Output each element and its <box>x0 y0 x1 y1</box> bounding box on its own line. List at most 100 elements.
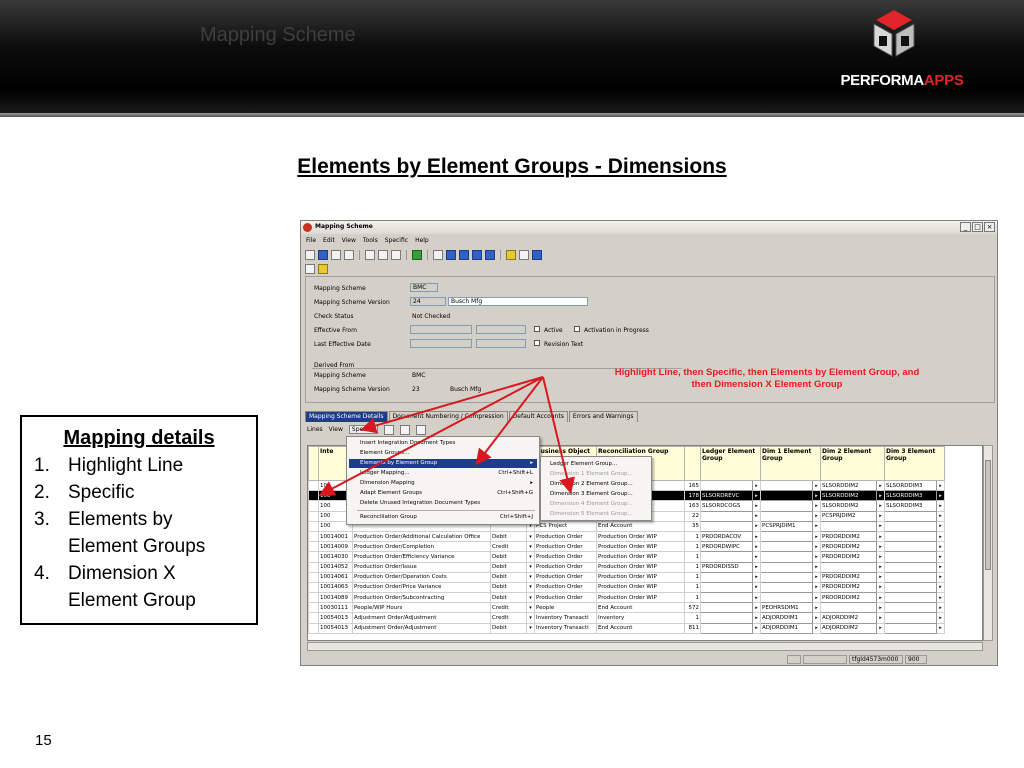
zoom-arrow-icon[interactable]: ▸ <box>752 541 761 553</box>
table-cell[interactable]: Production Order/Subcontracting <box>352 592 491 604</box>
zoom-arrow-icon[interactable]: ▾ <box>526 530 535 543</box>
table-cell[interactable]: 10054013 <box>318 612 353 624</box>
menu-specific[interactable]: Specific <box>385 237 408 244</box>
table-cell[interactable]: SLSORDDIM3 <box>884 490 937 502</box>
zoom-arrow-icon[interactable]: ▸ <box>752 510 761 522</box>
table-cell[interactable] <box>884 561 937 573</box>
table-cell[interactable]: 10014061 <box>318 571 353 583</box>
table-cell[interactable]: PRDORDDIM2 <box>820 592 877 604</box>
zoom-arrow-icon[interactable]: ▸ <box>812 581 821 594</box>
zoom-arrow-icon[interactable]: ▸ <box>812 479 821 492</box>
menu-item-adapt-element-groups[interactable]: Adapt Element Groups Ctrl+Shift+G <box>349 489 537 498</box>
zoom-arrow-icon[interactable]: ▸ <box>812 571 821 583</box>
zoom-arrow-icon[interactable]: ▾ <box>526 602 535 614</box>
zoom-arrow-icon[interactable]: ▸ <box>812 530 821 543</box>
attachment-icon[interactable] <box>506 250 516 260</box>
zoom-arrow-icon[interactable]: ▸ <box>936 541 945 553</box>
table-cell[interactable]: Production Order/Issue <box>352 561 491 573</box>
table-cell[interactable]: PRDORDDIM2 <box>820 551 877 563</box>
table-cell[interactable] <box>884 612 937 624</box>
table-cell[interactable]: 10014009 <box>318 541 353 553</box>
row-marker[interactable] <box>308 479 319 492</box>
menu-file[interactable]: File <box>306 237 316 244</box>
table-cell[interactable]: 10014030 <box>318 551 353 563</box>
table-cell[interactable]: Production Order <box>534 581 597 594</box>
table-row[interactable]: 10014089 Production Order/Subcontracting D… <box>308 592 945 604</box>
submenu-item-dimension-1[interactable]: Dimension 1 Element Group... <box>544 469 633 479</box>
group-icon[interactable] <box>305 264 315 274</box>
table-cell[interactable]: Production Order WIP <box>596 561 685 573</box>
table-cell[interactable]: Production Order/Price Variance <box>352 581 491 594</box>
tab-mapping-scheme-details[interactable]: Mapping Scheme Details <box>305 411 388 422</box>
zoom-arrow-icon[interactable]: ▸ <box>812 551 821 563</box>
table-cell[interactable]: Debit <box>490 561 527 573</box>
table-cell[interactable]: 10014001 <box>318 530 353 543</box>
row-marker[interactable] <box>308 520 319 532</box>
table-row[interactable]: 10054013 Adjustment Order/Adjustment Credi… <box>308 612 945 624</box>
table-cell[interactable] <box>884 602 937 614</box>
activation-checkbox[interactable] <box>574 326 580 332</box>
table-cell[interactable]: PRDORDDIM2 <box>820 530 877 543</box>
zoom-arrow-icon[interactable]: ▸ <box>936 561 945 573</box>
zoom-arrow-icon[interactable]: ▾ <box>526 541 535 553</box>
table-cell[interactable] <box>884 581 937 594</box>
menu-item-delete-unused-doc-types[interactable]: Delete Unused Integration Document Types <box>349 499 537 508</box>
zoom-arrow-icon[interactable]: ▸ <box>936 520 945 532</box>
last-effective-date[interactable] <box>410 339 472 348</box>
table-cell[interactable] <box>760 571 813 583</box>
active-checkbox[interactable] <box>534 326 540 332</box>
table-cell[interactable] <box>760 581 813 594</box>
table-cell[interactable]: Debit <box>490 592 527 604</box>
zoom-arrow-icon[interactable]: ▸ <box>752 612 761 624</box>
column-header[interactable]: Dim 1 Element Group <box>760 446 821 481</box>
row-marker[interactable] <box>308 622 319 634</box>
zoom-arrow-icon[interactable]: ▸ <box>876 541 885 553</box>
table-cell[interactable]: PCSPRJDIM1 <box>760 520 813 532</box>
zoom-arrow-icon[interactable]: ▸ <box>936 530 945 543</box>
table-cell[interactable]: Production Order WIP <box>596 592 685 604</box>
refresh-icon[interactable] <box>412 250 422 260</box>
zoom-arrow-icon[interactable]: ▸ <box>876 581 885 594</box>
table-cell[interactable]: People/WIP Hours <box>352 602 491 614</box>
table-cell[interactable] <box>700 581 753 594</box>
tab-document-numbering[interactable]: Document Numbering / Compression <box>388 411 508 422</box>
menu-item-ledger-mapping[interactable]: Ledger Mapping... Ctrl+Shift+L <box>349 469 537 478</box>
table-cell[interactable]: SLSORDREVC <box>700 490 753 502</box>
effective-from-time[interactable] <box>476 325 526 334</box>
last-effective-time[interactable] <box>476 339 526 348</box>
table-cell[interactable] <box>760 500 813 512</box>
table-cell[interactable] <box>760 592 813 604</box>
table-cell[interactable]: Production Order WIP <box>596 530 685 543</box>
menu-item-reconciliation-group[interactable]: Reconciliation Group Ctrl+Shift+J <box>349 513 537 522</box>
table-cell[interactable]: 1 <box>684 561 701 573</box>
row-marker[interactable] <box>308 592 319 604</box>
table-cell[interactable]: PCS Project <box>534 520 597 532</box>
table-cell[interactable]: Production Order WIP <box>596 541 685 553</box>
first-record-icon[interactable] <box>446 250 456 260</box>
zoom-arrow-icon[interactable]: ▸ <box>752 551 761 563</box>
table-cell[interactable] <box>700 571 753 583</box>
zoom-arrow-icon[interactable]: ▾ <box>526 592 535 604</box>
table-cell[interactable]: Production Order WIP <box>596 581 685 594</box>
row-marker[interactable] <box>308 571 319 583</box>
submenu-item-dimension-3[interactable]: Dimension 3 Element Group... <box>544 489 633 499</box>
table-cell[interactable] <box>760 541 813 553</box>
table-cell[interactable]: 1 <box>684 592 701 604</box>
maximize-button[interactable]: □ <box>972 222 983 232</box>
new-record-icon[interactable] <box>365 250 375 260</box>
table-row[interactable]: 10014001 Production Order/Additional Calc… <box>308 530 945 543</box>
table-cell[interactable]: Production Order <box>534 561 597 573</box>
zoom-arrow-icon[interactable]: ▸ <box>936 571 945 583</box>
table-row[interactable]: 10014030 Production Order/Efficiency Vari… <box>308 551 945 563</box>
table-cell[interactable] <box>884 622 937 634</box>
table-cell[interactable]: Inventory <box>596 612 685 624</box>
save-exit-icon[interactable] <box>331 250 341 260</box>
zoom-arrow-icon[interactable]: ▾ <box>526 551 535 563</box>
table-cell[interactable]: People <box>534 602 597 614</box>
zoom-arrow-icon[interactable]: ▸ <box>812 561 821 573</box>
table-cell[interactable]: Inventory Transacti <box>534 612 597 624</box>
table-cell[interactable]: Debit <box>490 551 527 563</box>
row-marker[interactable] <box>308 530 319 543</box>
submenu-item-dimension-2[interactable]: Dimension 2 Element Group... <box>544 479 633 489</box>
table-cell[interactable] <box>760 490 813 502</box>
